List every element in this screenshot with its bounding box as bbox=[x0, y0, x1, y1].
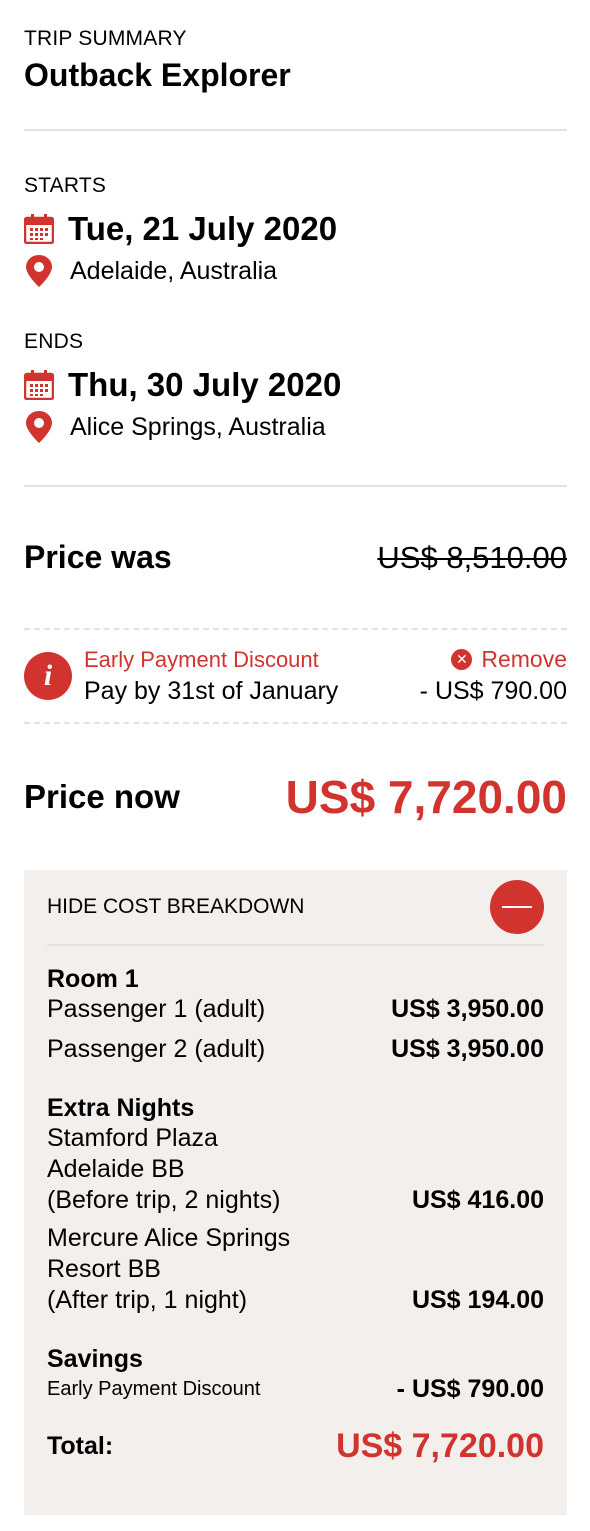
hotel-name-cont: Adelaide BB bbox=[47, 1155, 185, 1183]
savings-row: Early Payment Discount - US$ 790.00 bbox=[47, 1374, 544, 1405]
passenger-row: Passenger 1 (adult) US$ 3,950.00 bbox=[47, 994, 544, 1025]
room-section: Room 1 Passenger 1 (adult) US$ 3,950.00 … bbox=[47, 964, 544, 1065]
savings-label: Early Payment Discount bbox=[47, 1378, 261, 1400]
end-date: Thu, 30 July 2020 bbox=[68, 366, 342, 403]
calendar-icon bbox=[23, 370, 55, 401]
hotel-stay-info: (Before trip, 2 nights) bbox=[47, 1186, 281, 1214]
extra-nights-section: Extra Nights Stamford Plaza Adelaide BB … bbox=[47, 1093, 544, 1316]
savings-section: Savings Early Payment Discount - US$ 790… bbox=[47, 1344, 544, 1405]
price-now-value: US$ 7,720.00 bbox=[285, 771, 567, 823]
trip-title: Outback Explorer bbox=[24, 57, 291, 93]
map-pin-icon bbox=[24, 410, 54, 444]
end-location: Alice Springs, Australia bbox=[70, 412, 326, 441]
remove-label: Remove bbox=[481, 646, 567, 672]
hotel-name: Mercure Alice Springs bbox=[47, 1224, 291, 1252]
total-amount: US$ 7,720.00 bbox=[336, 1427, 544, 1465]
end-date-row: Thu, 30 July 2020 bbox=[23, 365, 567, 405]
start-location: Adelaide, Australia bbox=[70, 256, 278, 285]
ends-label: ENDS bbox=[24, 330, 84, 353]
remove-discount-button[interactable]: ✕ Remove bbox=[451, 646, 567, 673]
trip-schedule: STARTS Tue, 21 July 2020 Adelaide, Austr… bbox=[23, 131, 567, 487]
trip-summary-eyebrow: TRIP SUMMARY bbox=[24, 27, 187, 50]
close-circle-icon: ✕ bbox=[451, 649, 473, 670]
passenger-amount: US$ 3,950.00 bbox=[391, 995, 544, 1023]
passenger-label: Passenger 2 (adult) bbox=[47, 1035, 266, 1063]
discount-amount: - US$ 790.00 bbox=[419, 677, 567, 705]
extra-nights-title: Extra Nights bbox=[47, 1094, 195, 1122]
savings-amount: - US$ 790.00 bbox=[396, 1375, 544, 1403]
passenger-row: Passenger 2 (adult) US$ 3,950.00 bbox=[47, 1034, 544, 1065]
price-was-label: Price was bbox=[24, 539, 172, 575]
start-location-row: Adelaide, Australia bbox=[24, 254, 567, 288]
cost-breakdown-toggle[interactable]: HIDE COST BREAKDOWN bbox=[47, 870, 544, 946]
minus-icon[interactable] bbox=[490, 880, 544, 934]
starts-block: STARTS Tue, 21 July 2020 Adelaide, Austr… bbox=[23, 174, 567, 330]
hide-breakdown-label: HIDE COST BREAKDOWN bbox=[47, 895, 305, 918]
discount-details: Early Payment Discount Pay by 31st of Ja… bbox=[84, 647, 420, 706]
hotel-name-cont: Resort BB bbox=[47, 1255, 161, 1283]
extra-night-amount: US$ 416.00 bbox=[411, 1186, 544, 1214]
price-now-label: Price now bbox=[24, 778, 180, 815]
price-was-value: US$ 8,510.00 bbox=[377, 539, 567, 575]
discount-subtitle: Pay by 31st of January bbox=[84, 676, 339, 705]
price-was-row: Price was US$ 8,510.00 bbox=[24, 487, 567, 630]
starts-label: STARTS bbox=[24, 174, 107, 197]
extra-night-item: Mercure Alice Springs Resort BB (After t… bbox=[47, 1223, 544, 1316]
start-date: Tue, 21 July 2020 bbox=[68, 210, 338, 247]
trip-summary-panel: TRIP SUMMARY Outback Explorer STARTS Tue… bbox=[0, 0, 590, 1531]
discount-title: Early Payment Discount bbox=[84, 646, 319, 672]
trip-header: TRIP SUMMARY Outback Explorer bbox=[24, 0, 567, 131]
cost-breakdown: HIDE COST BREAKDOWN Room 1 Passenger 1 (… bbox=[24, 870, 567, 1515]
passenger-label: Passenger 1 (adult) bbox=[47, 995, 266, 1023]
info-icon: i bbox=[24, 652, 72, 700]
extra-night-item: Stamford Plaza Adelaide BB (Before trip,… bbox=[47, 1123, 544, 1216]
passenger-amount: US$ 3,950.00 bbox=[391, 1035, 544, 1063]
end-location-row: Alice Springs, Australia bbox=[24, 410, 567, 444]
extra-night-amount: US$ 194.00 bbox=[411, 1286, 544, 1314]
hotel-stay-info: (After trip, 1 night) bbox=[47, 1286, 248, 1314]
start-date-row: Tue, 21 July 2020 bbox=[23, 209, 567, 249]
early-payment-discount: i Early Payment Discount Pay by 31st of … bbox=[24, 630, 567, 724]
discount-actions: ✕ Remove - US$ 790.00 bbox=[420, 646, 567, 706]
map-pin-icon bbox=[24, 254, 54, 288]
savings-title: Savings bbox=[47, 1345, 143, 1373]
room-title: Room 1 bbox=[47, 965, 139, 993]
calendar-icon bbox=[23, 214, 55, 245]
hotel-name: Stamford Plaza bbox=[47, 1124, 218, 1152]
price-now-row: Price now US$ 7,720.00 bbox=[24, 724, 567, 870]
total-row: Total: US$ 7,720.00 bbox=[47, 1427, 544, 1466]
ends-block: ENDS Thu, 30 July 2020 Alice Springs, Au… bbox=[23, 330, 567, 486]
total-label: Total: bbox=[47, 1432, 114, 1460]
